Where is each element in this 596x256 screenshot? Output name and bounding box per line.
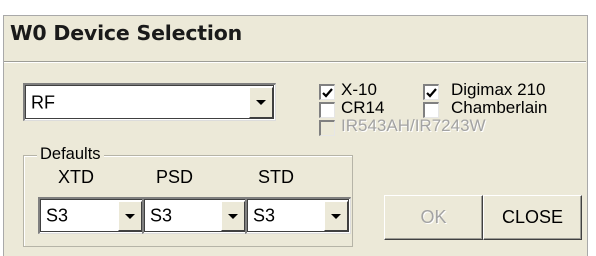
std-header: STD [258, 167, 294, 187]
std-dropdown-button[interactable] [324, 201, 348, 231]
chevron-down-icon [228, 213, 238, 219]
chevron-down-icon [125, 213, 135, 219]
xtd-dropdown-button[interactable] [118, 201, 142, 231]
xtd-value: S3 [46, 205, 69, 226]
x10-label: X-10 [341, 80, 377, 99]
ok-button[interactable]: OK [384, 195, 483, 240]
xtd-select[interactable]: S3 [38, 197, 145, 234]
digimax-210-label: Digimax 210 [451, 80, 546, 99]
device-type-value: RF [31, 92, 55, 112]
psd-select[interactable]: S3 [142, 197, 248, 234]
device-type-dropdown-button[interactable] [249, 87, 273, 118]
cr14-label: CR14 [341, 98, 385, 117]
std-select[interactable]: S3 [245, 197, 351, 234]
title-separator-highlight [4, 62, 586, 63]
defaults-group-legend: Defaults [37, 145, 104, 164]
checkmark-icon [322, 87, 333, 98]
chamberlain-label: Chamberlain [451, 98, 548, 117]
device-type-select[interactable]: RF [23, 83, 276, 121]
psd-dropdown-button[interactable] [221, 201, 245, 231]
ir543ah-ir7243w-checkbox[interactable] [319, 120, 335, 136]
psd-header: PSD [156, 167, 194, 187]
ir543ah-ir7243w-label: IR543AH/IR7243W [341, 116, 486, 135]
psd-value: S3 [150, 205, 173, 226]
chevron-down-icon [331, 213, 341, 219]
xtd-header: XTD [58, 167, 94, 187]
checkmark-icon [426, 87, 437, 98]
std-value: S3 [253, 205, 276, 226]
window-title: W0 Device Selection [10, 21, 242, 45]
chevron-down-icon [256, 100, 266, 105]
digimax-210-checkbox[interactable] [423, 84, 439, 100]
cr14-checkbox[interactable] [319, 102, 335, 118]
x10-checkbox[interactable] [319, 84, 335, 100]
close-button[interactable]: CLOSE [483, 195, 582, 240]
